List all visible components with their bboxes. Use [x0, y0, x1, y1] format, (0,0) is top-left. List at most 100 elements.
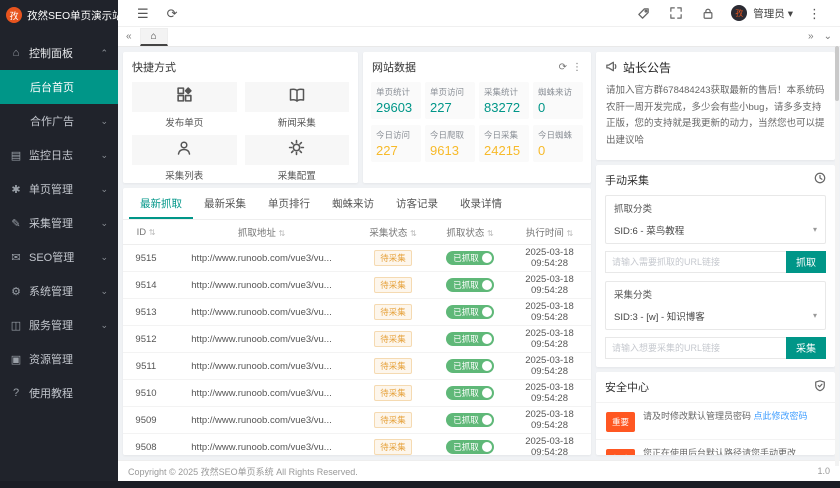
- grab-status-toggle[interactable]: 已抓取: [446, 251, 494, 265]
- grab-status-toggle[interactable]: 已抓取: [446, 332, 494, 346]
- grab-status-toggle[interactable]: 已抓取: [446, 440, 494, 454]
- hamburger-menu-icon[interactable]: ☰: [128, 0, 158, 27]
- change-password-link[interactable]: 点此修改密码: [754, 411, 808, 421]
- cell-id: 9508: [123, 434, 169, 456]
- cell-id: 9509: [123, 407, 169, 434]
- cell-exec-time: 2025-03-18 09:54:28: [508, 434, 591, 456]
- collect-status-badge: 待采集: [374, 385, 412, 401]
- tab-home[interactable]: ⌂: [140, 28, 168, 46]
- stat-card: 今日采集 24215: [479, 125, 529, 162]
- user-avatar[interactable]: 孜: [731, 5, 747, 21]
- cell-exec-time: 2025-03-18 09:54:28: [508, 380, 591, 407]
- collect-manage-icon: ✎: [10, 217, 22, 230]
- col-url[interactable]: 抓取地址: [238, 228, 276, 239]
- sort-icon[interactable]: ⇅: [278, 229, 285, 238]
- sidebar-item-home[interactable]: 后台首页: [0, 70, 118, 104]
- grab-button[interactable]: 抓取: [786, 251, 826, 273]
- tab-page-rank[interactable]: 单页排行: [257, 192, 321, 219]
- grab-status-toggle[interactable]: 已抓取: [446, 386, 494, 400]
- tab-latest-collect[interactable]: 最新采集: [193, 192, 257, 219]
- grab-status-toggle[interactable]: 已抓取: [446, 413, 494, 427]
- tab-options-icon[interactable]: ⌄: [824, 31, 832, 42]
- stat-card: 蜘蛛来访 0: [533, 82, 583, 119]
- table-row: 9514 http://www.runoob.com/vue3/vu... 待采…: [123, 272, 591, 299]
- tab-strip: « ⌂ » ⌄: [118, 27, 840, 47]
- sidebar-item-collect[interactable]: ✎ 采集管理 ⌄: [0, 206, 118, 240]
- collect-url-input[interactable]: [605, 337, 786, 359]
- shortcuts-panel: 快捷方式 发布单页: [123, 52, 358, 183]
- sidebar-item-resource[interactable]: ▣ 资源管理: [0, 342, 118, 376]
- grab-status-toggle[interactable]: 已抓取: [446, 278, 494, 292]
- collect-button[interactable]: 采集: [786, 337, 826, 359]
- stats-row-total: 单页统计 29603 单页访问 227 采集统计: [363, 82, 591, 125]
- stats-more-icon[interactable]: ⋮: [572, 62, 582, 73]
- cell-exec-time: 2025-03-18 09:54:28: [508, 245, 591, 272]
- col-grab-status[interactable]: 抓取状态: [446, 228, 484, 239]
- sidebar-item-logs[interactable]: ▤ 监控日志 ⌄: [0, 138, 118, 172]
- tab-visitor-records[interactable]: 访客记录: [385, 192, 449, 219]
- site-stats-title: 网站数据: [372, 59, 416, 75]
- shortcut-collect-config[interactable]: 采集配置: [245, 135, 350, 186]
- stats-refresh-icon[interactable]: ⟳: [559, 62, 567, 73]
- sidebar-item-dashboard[interactable]: ⌂ 控制面板 ⌃: [0, 36, 118, 70]
- grab-url-input[interactable]: [605, 251, 786, 273]
- cell-url[interactable]: http://www.runoob.com/vue3/vu...: [169, 245, 354, 272]
- grab-status-toggle[interactable]: 已抓取: [446, 305, 494, 319]
- col-collect-status[interactable]: 采集状态: [369, 228, 407, 239]
- security-item: 重要 请及时修改默认管理员密码 点此修改密码: [596, 402, 835, 439]
- collect-status-badge: 待采集: [374, 304, 412, 320]
- sidebar-item-pages[interactable]: ✱ 单页管理 ⌄: [0, 172, 118, 206]
- expand-tabs-right-icon[interactable]: »: [808, 31, 814, 42]
- col-id[interactable]: ID: [137, 227, 147, 238]
- more-vertical-icon[interactable]: ⋮: [799, 0, 830, 27]
- security-badge: 危险: [606, 449, 635, 456]
- shortcut-collect-list[interactable]: 采集列表: [132, 135, 237, 186]
- cell-url[interactable]: http://www.runoob.com/vue3/vu...: [169, 434, 354, 456]
- cell-url[interactable]: http://www.runoob.com/vue3/vu...: [169, 407, 354, 434]
- tag-icon[interactable]: [628, 7, 659, 20]
- sort-icon[interactable]: ⇅: [566, 229, 573, 238]
- tab-spider-visits[interactable]: 蜘蛛来访: [321, 192, 385, 219]
- chevron-down-icon: ⌄: [100, 252, 108, 263]
- chevron-down-icon: ⌄: [100, 150, 108, 161]
- refresh-icon[interactable]: ⟳: [158, 0, 187, 27]
- shortcut-news-collect[interactable]: 新闻采集: [245, 82, 350, 133]
- system-manage-icon: ⚙: [10, 285, 22, 298]
- sort-icon[interactable]: ⇅: [149, 228, 156, 237]
- table-row: 9510 http://www.runoob.com/vue3/vu... 待采…: [123, 380, 591, 407]
- sidebar-item-service[interactable]: ◫ 服务管理 ⌄: [0, 308, 118, 342]
- stat-card: 单页统计 29603: [371, 82, 421, 119]
- admin-dropdown[interactable]: 管理员 ▾: [749, 6, 797, 21]
- home-icon: ⌂: [151, 31, 157, 42]
- sidebar-item-system[interactable]: ⚙ 系统管理 ⌄: [0, 274, 118, 308]
- fullscreen-icon[interactable]: [661, 7, 691, 19]
- cell-url[interactable]: http://www.runoob.com/vue3/vu...: [169, 326, 354, 353]
- monitor-log-icon: ▤: [10, 149, 22, 162]
- collect-category-select[interactable]: SID:3 - [w] - 知识博客 ▾: [606, 304, 825, 329]
- cell-url[interactable]: http://www.runoob.com/vue3/vu...: [169, 353, 354, 380]
- cell-url[interactable]: http://www.runoob.com/vue3/vu...: [169, 299, 354, 326]
- page-manage-icon: ✱: [10, 183, 22, 196]
- app-logo[interactable]: 孜 孜然SEO单页演示站1.0: [0, 0, 118, 30]
- grab-status-toggle[interactable]: 已抓取: [446, 359, 494, 373]
- tab-latest-grab[interactable]: 最新抓取: [129, 192, 193, 219]
- sidebar-item-tutorial[interactable]: ? 使用教程: [0, 376, 118, 410]
- chevron-down-icon: ⌄: [100, 320, 108, 331]
- collapse-tabs-left-icon[interactable]: «: [126, 31, 132, 42]
- grab-category-select[interactable]: SID:6 - 菜鸟教程 ▾: [606, 218, 825, 243]
- shortcut-publish-page[interactable]: 发布单页: [132, 82, 237, 133]
- tab-index-details[interactable]: 收录详情: [449, 192, 513, 219]
- sort-icon[interactable]: ⇅: [410, 229, 417, 238]
- lock-icon[interactable]: [693, 7, 723, 20]
- col-exec-time[interactable]: 执行时间: [526, 228, 564, 239]
- vertical-scrollbar[interactable]: [835, 46, 839, 466]
- cell-url[interactable]: http://www.runoob.com/vue3/vu...: [169, 272, 354, 299]
- sidebar-item-ads[interactable]: 合作广告 ⌄: [0, 104, 118, 138]
- cell-url[interactable]: http://www.runoob.com/vue3/vu...: [169, 380, 354, 407]
- scrollbar-thumb[interactable]: [835, 46, 839, 101]
- collect-status-badge: 待采集: [374, 439, 412, 455]
- table-row: 9512 http://www.runoob.com/vue3/vu... 待采…: [123, 326, 591, 353]
- chevron-down-icon: ⌄: [100, 116, 108, 127]
- sort-icon[interactable]: ⇅: [487, 229, 494, 238]
- sidebar-item-seo[interactable]: ✉ SEO管理 ⌄: [0, 240, 118, 274]
